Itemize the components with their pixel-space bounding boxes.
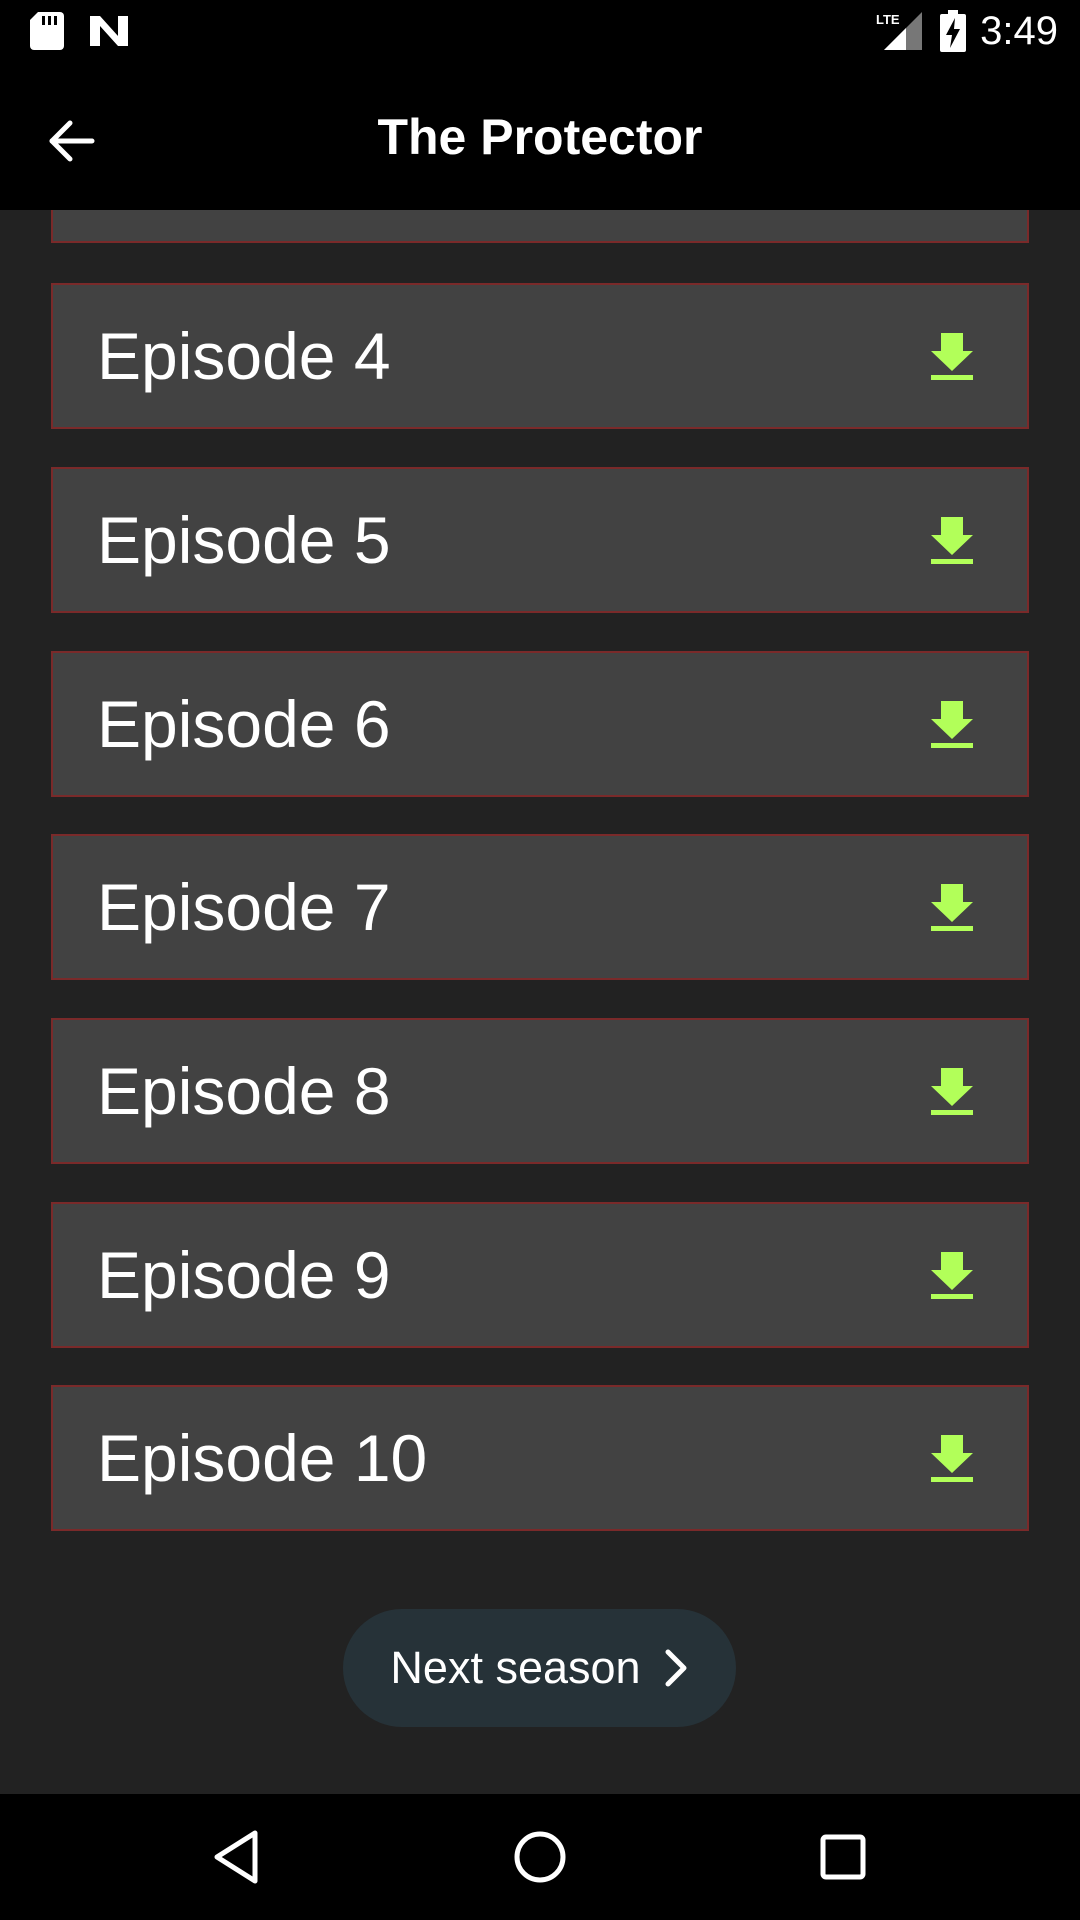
chevron-right-icon xyxy=(665,1649,687,1687)
episode-card-10[interactable]: Episode 10 xyxy=(51,1385,1029,1531)
episode-label: Episode 6 xyxy=(97,687,391,761)
download-icon[interactable] xyxy=(927,882,977,932)
episode-card-partial[interactable] xyxy=(51,210,1029,243)
episode-list[interactable]: Episode 4 Episode 5 Episode 6 Episode 7 … xyxy=(0,210,1080,1794)
episode-card-8[interactable]: Episode 8 xyxy=(51,1018,1029,1164)
home-circle-icon xyxy=(514,1831,566,1883)
download-icon[interactable] xyxy=(927,1066,977,1116)
download-icon[interactable] xyxy=(927,1433,977,1483)
page-title: The Protector xyxy=(377,109,703,165)
episode-card-9[interactable]: Episode 9 xyxy=(51,1202,1029,1348)
download-icon[interactable] xyxy=(927,331,977,381)
episode-card-6[interactable]: Episode 6 xyxy=(51,651,1029,797)
episode-card-4[interactable]: Episode 4 xyxy=(51,283,1029,429)
back-triangle-icon xyxy=(214,1830,258,1884)
episode-card-5[interactable]: Episode 5 xyxy=(51,467,1029,613)
nav-home-button[interactable] xyxy=(500,1817,580,1897)
nav-back-button[interactable] xyxy=(196,1817,276,1897)
episode-label: Episode 9 xyxy=(97,1238,391,1312)
status-bar: LTE 3:49 xyxy=(0,0,1080,63)
episode-label: Episode 7 xyxy=(97,870,391,944)
sd-card-icon xyxy=(30,12,64,50)
episode-label: Episode 10 xyxy=(97,1421,428,1495)
recents-square-icon xyxy=(820,1834,866,1880)
system-nav-bar xyxy=(0,1794,1080,1920)
download-icon[interactable] xyxy=(927,1250,977,1300)
n-logo-icon xyxy=(90,16,128,46)
episode-label: Episode 5 xyxy=(97,503,391,577)
episode-card-7[interactable]: Episode 7 xyxy=(51,834,1029,980)
nav-recents-button[interactable] xyxy=(803,1817,883,1897)
next-season-label: Next season xyxy=(390,1642,641,1693)
app-bar: The Protector xyxy=(0,63,1080,210)
download-icon[interactable] xyxy=(927,699,977,749)
episode-label: Episode 8 xyxy=(97,1054,391,1128)
next-season-button[interactable]: Next season xyxy=(343,1609,736,1727)
battery-charging-icon xyxy=(940,10,966,52)
status-time: 3:49 xyxy=(980,9,1058,53)
lte-signal-icon: LTE xyxy=(876,12,922,50)
download-icon[interactable] xyxy=(927,515,977,565)
episode-label: Episode 4 xyxy=(97,319,391,393)
svg-text:LTE: LTE xyxy=(876,12,900,27)
